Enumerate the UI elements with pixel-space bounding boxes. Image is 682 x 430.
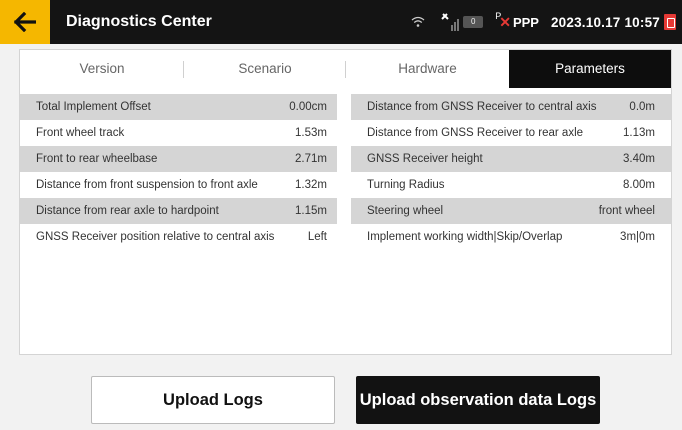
table-row: Implement working width|Skip/Overlap 3m|… <box>351 224 671 250</box>
tab-parameters[interactable]: Parameters <box>509 50 671 88</box>
table-row: Distance from GNSS Receiver to central a… <box>351 94 671 120</box>
table-row: Front to rear wheelbase 2.71m <box>20 146 337 172</box>
tab-scenario[interactable]: Scenario <box>184 50 346 88</box>
diagnostics-panel: Version Scenario Hardware Parameters Tot… <box>19 49 672 355</box>
param-value: 1.15m <box>295 205 327 217</box>
param-label: GNSS Receiver height <box>367 153 483 165</box>
table-row: Distance from GNSS Receiver to rear axle… <box>351 120 671 146</box>
param-value: 1.53m <box>295 127 327 139</box>
tab-version[interactable]: Version <box>20 50 184 88</box>
param-value: 8.00m <box>623 179 655 191</box>
tab-hardware[interactable]: Hardware <box>346 50 509 88</box>
satellite-signal-icon <box>441 13 460 31</box>
param-value: front wheel <box>598 205 655 217</box>
param-label: GNSS Receiver position relative to centr… <box>36 231 275 243</box>
back-button[interactable] <box>0 0 50 44</box>
table-row: Distance from rear axle to hardpoint 1.1… <box>20 198 337 224</box>
param-label: Implement working width|Skip/Overlap <box>367 231 563 243</box>
upload-observation-logs-button[interactable]: Upload observation data Logs <box>356 376 600 424</box>
datetime: 2023.10.17 10:57 <box>550 14 660 30</box>
ppp-status: PPP <box>512 14 539 30</box>
parameters-left-column: Total Implement Offset 0.00cm Front whee… <box>20 94 337 250</box>
table-row: Distance from front suspension to front … <box>20 172 337 198</box>
param-value: 1.32m <box>295 179 327 191</box>
battery-icon <box>664 14 676 30</box>
param-value: 0.0m <box>629 101 655 113</box>
page-title: Diagnostics Center <box>66 13 212 30</box>
param-label: Total Implement Offset <box>36 101 151 113</box>
top-bar: Diagnostics Center 0 P ✕ PPP 2023.10.17 … <box>0 0 682 44</box>
param-value: 3m|0m <box>620 231 655 243</box>
table-row: GNSS Receiver height 3.40m <box>351 146 671 172</box>
correction-prefix: P <box>495 11 502 21</box>
table-row: Total Implement Offset 0.00cm <box>20 94 337 120</box>
table-row: Turning Radius 8.00m <box>351 172 671 198</box>
tab-bar: Version Scenario Hardware Parameters <box>20 50 671 88</box>
table-row: Front wheel track 1.53m <box>20 120 337 146</box>
param-label: Distance from GNSS Receiver to central a… <box>367 101 597 113</box>
parameters-right-column: Distance from GNSS Receiver to central a… <box>351 94 671 250</box>
wifi-icon <box>411 16 425 27</box>
param-label: Steering wheel <box>367 205 444 217</box>
param-label: Front wheel track <box>36 127 125 139</box>
upload-logs-button[interactable]: Upload Logs <box>91 376 335 424</box>
param-value: 1.13m <box>623 127 655 139</box>
status-bar: 0 P ✕ PPP 2023.10.17 10:57 <box>411 0 682 44</box>
param-label: Turning Radius <box>367 179 445 191</box>
param-value: Left <box>307 231 327 243</box>
param-value: 2.71m <box>295 153 327 165</box>
table-row: Steering wheel front wheel <box>351 198 671 224</box>
arrow-left-icon <box>14 12 36 32</box>
param-label: Front to rear wheelbase <box>36 153 158 165</box>
param-label: Distance from front suspension to front … <box>36 179 258 191</box>
param-value: 3.40m <box>623 153 655 165</box>
param-value: 0.00cm <box>289 101 327 113</box>
param-label: Distance from GNSS Receiver to rear axle <box>367 127 584 139</box>
table-row: GNSS Receiver position relative to centr… <box>20 224 337 250</box>
param-label: Distance from rear axle to hardpoint <box>36 205 219 217</box>
satellite-count-badge: 0 <box>463 16 484 28</box>
